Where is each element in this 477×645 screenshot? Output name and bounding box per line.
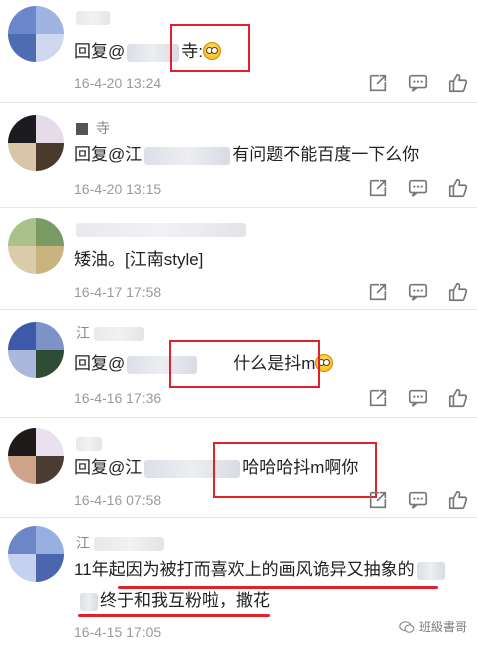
comment-icon[interactable] xyxy=(407,489,429,511)
watermark: 班級書哥 xyxy=(399,618,467,635)
comment-item: 回复@ 寺: 16-4-20 13:24 xyxy=(0,0,477,103)
comment-item: 江 回复@ 什么是抖m 16-4-16 17:36 xyxy=(0,310,477,418)
avatar[interactable] xyxy=(8,115,64,171)
comment-text: 矮油。[江南style] xyxy=(74,250,204,269)
comment-actions xyxy=(367,281,469,303)
timestamp: 16-4-17 17:58 xyxy=(74,284,162,300)
timestamp: 16-4-20 13:24 xyxy=(74,75,162,91)
comment-text-line-1: 11年起因为被打而喜欢上的画风诡异又抽象的 xyxy=(74,558,447,582)
share-icon[interactable] xyxy=(367,489,389,511)
comment-item: 寺 回复@江 有问题不能百度一下么你 16-4-20 13:15 xyxy=(0,103,477,208)
share-icon[interactable] xyxy=(367,177,389,199)
thumbs-up-icon[interactable] xyxy=(447,489,469,511)
share-icon[interactable] xyxy=(367,281,389,303)
comment-text-line-2: 终于和我互粉啦，撒花 xyxy=(78,589,270,613)
username[interactable]: 寺 xyxy=(76,119,110,137)
comment-icon[interactable] xyxy=(407,177,429,199)
share-icon[interactable] xyxy=(367,387,389,409)
comment-actions xyxy=(367,177,469,199)
timestamp: 16-4-15 17:05 xyxy=(74,624,162,640)
comment-text: 回复@江 有问题不能百度一下么你 xyxy=(74,145,420,165)
thumbs-up-icon[interactable] xyxy=(447,177,469,199)
thumbs-up-icon[interactable] xyxy=(447,72,469,94)
highlight-box xyxy=(169,340,320,388)
avatar[interactable] xyxy=(8,526,64,582)
username[interactable] xyxy=(76,220,252,238)
thumbs-up-icon[interactable] xyxy=(447,387,469,409)
avatar[interactable] xyxy=(8,322,64,378)
username[interactable]: 江 xyxy=(76,534,170,552)
comment-actions xyxy=(367,387,469,409)
comment-icon[interactable] xyxy=(407,72,429,94)
comment-item: 矮油。[江南style] 16-4-17 17:58 xyxy=(0,208,477,310)
avatar[interactable] xyxy=(8,6,64,62)
comment-actions xyxy=(367,72,469,94)
timestamp: 16-4-16 17:36 xyxy=(74,390,162,406)
thumbs-up-icon[interactable] xyxy=(447,281,469,303)
highlight-box xyxy=(170,24,250,72)
timestamp: 16-4-20 13:15 xyxy=(74,181,162,197)
comment-icon[interactable] xyxy=(407,387,429,409)
username[interactable] xyxy=(76,8,116,26)
highlight-underline xyxy=(78,614,270,617)
highlight-box xyxy=(213,442,377,498)
avatar[interactable] xyxy=(8,218,64,274)
timestamp: 16-4-16 07:58 xyxy=(74,492,162,508)
wechat-icon xyxy=(399,620,415,633)
comment-actions xyxy=(367,489,469,511)
comment-item: 回复@江 哈哈哈抖m啊你 16-4-16 07:58 xyxy=(0,418,477,518)
avatar[interactable] xyxy=(8,428,64,484)
comment-item: 江 11年起因为被打而喜欢上的画风诡异又抽象的 终于和我互粉啦，撒花 16-4-… xyxy=(0,518,477,645)
share-icon[interactable] xyxy=(367,72,389,94)
comment-icon[interactable] xyxy=(407,281,429,303)
username[interactable]: 江 xyxy=(76,324,150,342)
username[interactable] xyxy=(76,434,108,452)
